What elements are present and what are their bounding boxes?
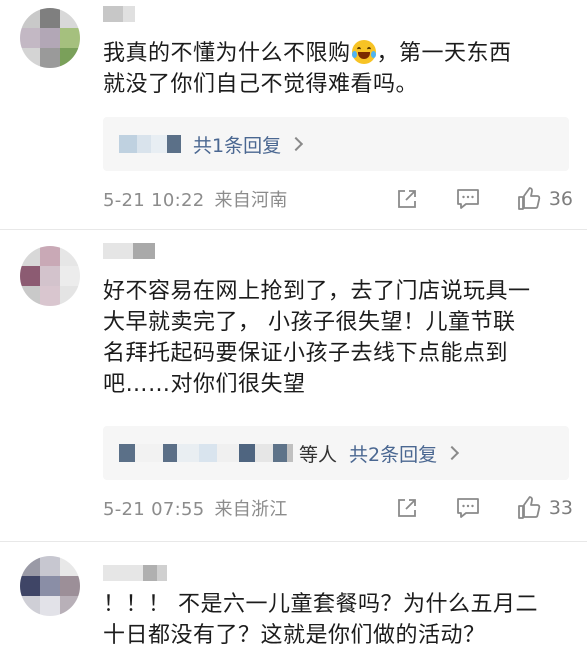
comment-meta: 5-21 07:55 来自浙江 33 (103, 493, 573, 523)
reply-summary[interactable]: 等人 共2条回复 (103, 426, 569, 480)
share-icon[interactable] (393, 185, 421, 213)
username-blurred[interactable] (103, 243, 155, 259)
like-count: 36 (548, 188, 573, 210)
thumbs-up-icon[interactable] (515, 185, 543, 213)
location-text: 来自浙江 (214, 499, 288, 520)
time-text: 5-21 10:22 (103, 190, 205, 211)
divider (0, 541, 587, 542)
comment-actions: 33 (393, 493, 573, 523)
username-blurred[interactable] (103, 6, 135, 22)
laughing-tears-emoji-icon (351, 40, 376, 64)
comment-text: ！！！ 不是六一儿童套餐吗？为什么五月二 十日都没有了？这就是你们做的活动？ (103, 592, 538, 648)
comment-icon[interactable] (454, 185, 482, 213)
like-count: 33 (548, 497, 573, 519)
comment-text-part: 我真的不懂为什么不限购 (103, 41, 351, 66)
comment-timestamp: 5-21 07:55 来自浙江 (103, 495, 288, 521)
comment-icon[interactable] (454, 494, 482, 522)
reply-summary[interactable]: 共1条回复 (103, 117, 569, 171)
view-replies-link[interactable]: 共1条回复 (193, 131, 304, 158)
comment-timestamp: 5-21 10:22 来自河南 (103, 186, 288, 212)
avatar[interactable] (20, 556, 80, 616)
reply-users-suffix: 等人 (299, 443, 338, 466)
divider (0, 229, 587, 230)
view-replies-link[interactable]: 共2条回复 (349, 440, 460, 467)
avatar[interactable] (20, 8, 80, 68)
comment-text: 我真的不懂为什么不限购 ，第一天东西 就没了你们自己不觉得难看吗。 (103, 38, 573, 100)
reply-count-label: 共2条回复 (349, 443, 438, 466)
share-icon[interactable] (393, 494, 421, 522)
comment-meta: 5-21 10:22 来自河南 36 (103, 184, 573, 214)
reply-users-blurred (119, 134, 181, 154)
chevron-right-icon (289, 136, 304, 152)
reply-count-label: 共1条回复 (193, 134, 282, 157)
chevron-right-icon (445, 445, 460, 461)
location-text: 来自河南 (214, 190, 288, 211)
thumbs-up-icon[interactable] (515, 494, 543, 522)
username-blurred[interactable] (103, 565, 167, 581)
comment-actions: 36 (393, 184, 573, 214)
avatar[interactable] (20, 246, 80, 306)
reply-users-blurred (119, 443, 293, 463)
comment-text: 好不容易在网上抢到了，去了门店说玩具一 大早就卖完了， 小孩子很失望！儿童节联 … (103, 279, 531, 397)
time-text: 5-21 07:55 (103, 499, 205, 520)
